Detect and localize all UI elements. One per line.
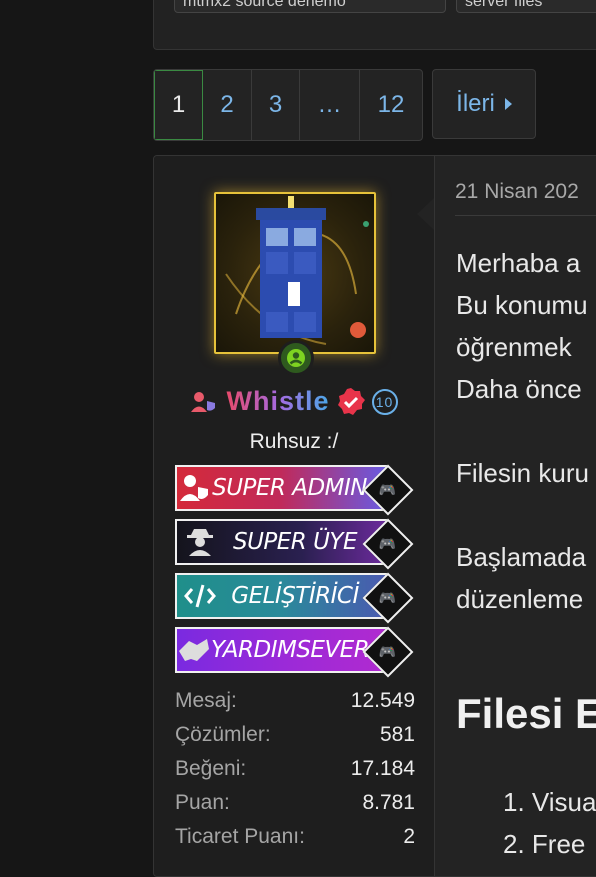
code-icon: [177, 581, 223, 611]
stat-label: Ticaret Puanı:: [175, 825, 305, 848]
level-badge: 10: [371, 388, 398, 415]
page-12[interactable]: 12: [360, 70, 422, 140]
list-item: 1. Visua: [503, 787, 596, 817]
stat-value[interactable]: 8.781: [362, 791, 415, 815]
previous-card: mtmx2 source denemo server files: [153, 0, 596, 50]
body-line: Başlamada: [456, 542, 587, 572]
user-info-panel: Whistle 10 Ruhsuz :/ SUPER ADMIN 🎮 SUPER…: [154, 156, 435, 876]
stat-mesaj: Mesaj: 12.549: [175, 684, 415, 718]
body-line: Merhaba a: [456, 248, 581, 278]
page-1[interactable]: 1: [154, 70, 203, 140]
post-body: Merhaba a Bu konumu öğrenmek Daha önce F…: [456, 242, 589, 620]
next-label: İleri: [456, 90, 495, 117]
user-title: Ruhsuz :/: [249, 430, 339, 453]
tag-2[interactable]: server files: [456, 0, 596, 13]
stat-begeni: Beğeni: 17.184: [175, 752, 415, 786]
page-number-group: 1 2 3 … 12: [153, 69, 423, 141]
banner-label: YARDIMSEVER: [211, 637, 370, 663]
body-line: Bu konumu: [456, 290, 588, 320]
post: Whistle 10 Ruhsuz :/ SUPER ADMIN 🎮 SUPER…: [153, 155, 596, 877]
stat-label: Çözümler:: [175, 723, 271, 746]
admin-shield-icon: [177, 473, 212, 503]
post-heading: Filesi E: [456, 690, 596, 737]
body-line: [456, 410, 589, 452]
stat-value[interactable]: 12.549: [351, 689, 415, 713]
user-stats: Mesaj: 12.549 Çözümler: 581 Beğeni: 17.1…: [175, 684, 415, 854]
tag-1[interactable]: mtmx2 source denemo: [174, 0, 446, 13]
staff-user-icon: [191, 391, 216, 412]
stat-value[interactable]: 17.184: [351, 757, 415, 781]
body-line: Filesin kuru: [456, 458, 589, 488]
stat-label: Puan:: [175, 791, 230, 814]
divider: [455, 215, 596, 216]
avatar-image: [214, 192, 376, 354]
page-3[interactable]: 3: [252, 70, 300, 140]
body-line: Daha önce: [456, 374, 582, 404]
stat-puan: Puan: 8.781: [175, 786, 415, 820]
body-line: [456, 494, 589, 536]
banner-label: SUPER ADMIN: [212, 475, 367, 501]
verified-badge-icon: [337, 387, 365, 415]
page-ellipsis[interactable]: …: [300, 70, 360, 140]
next-page-button[interactable]: İleri: [432, 69, 536, 139]
post-date[interactable]: 21 Nisan 202: [455, 180, 579, 204]
post-content: 21 Nisan 202 Merhaba a Bu konumu öğrenme…: [435, 156, 596, 876]
banner-label: SUPER ÜYE: [232, 529, 358, 555]
banner-super-uye: SUPER ÜYE: [175, 519, 387, 565]
body-line: öğrenmek: [456, 332, 572, 362]
chevron-right-icon: [504, 98, 512, 110]
banner-super-admin: SUPER ADMIN: [175, 465, 387, 511]
police-box-icon: [225, 196, 369, 345]
banner-label: GELİŞTİRİCİ: [231, 583, 359, 609]
stat-ticaret-puani: Ticaret Puanı: 2: [175, 820, 415, 854]
page-2[interactable]: 2: [203, 70, 252, 140]
stat-value[interactable]: 581: [380, 723, 415, 747]
stat-label: Beğeni:: [175, 757, 247, 780]
body-line: düzenleme: [456, 584, 584, 614]
username-row: Whistle 10: [154, 386, 434, 417]
post-arrow: [417, 198, 434, 230]
ordered-list: 1. Visua 2. Free: [503, 781, 596, 865]
user-avatar[interactable]: [214, 192, 376, 376]
list-item: 2. Free: [503, 829, 586, 859]
banner-gelistirici: GELİŞTİRİCİ: [175, 573, 387, 619]
spy-icon: [177, 527, 223, 557]
stat-value[interactable]: 2: [403, 825, 415, 849]
username[interactable]: Whistle: [226, 386, 329, 417]
banner-yardimsever: YARDIMSEVER: [175, 627, 387, 673]
handshake-icon: [177, 635, 211, 665]
stat-cozumler: Çözümler: 581: [175, 718, 415, 752]
online-status-icon: [278, 340, 314, 376]
stat-label: Mesaj:: [175, 689, 237, 712]
